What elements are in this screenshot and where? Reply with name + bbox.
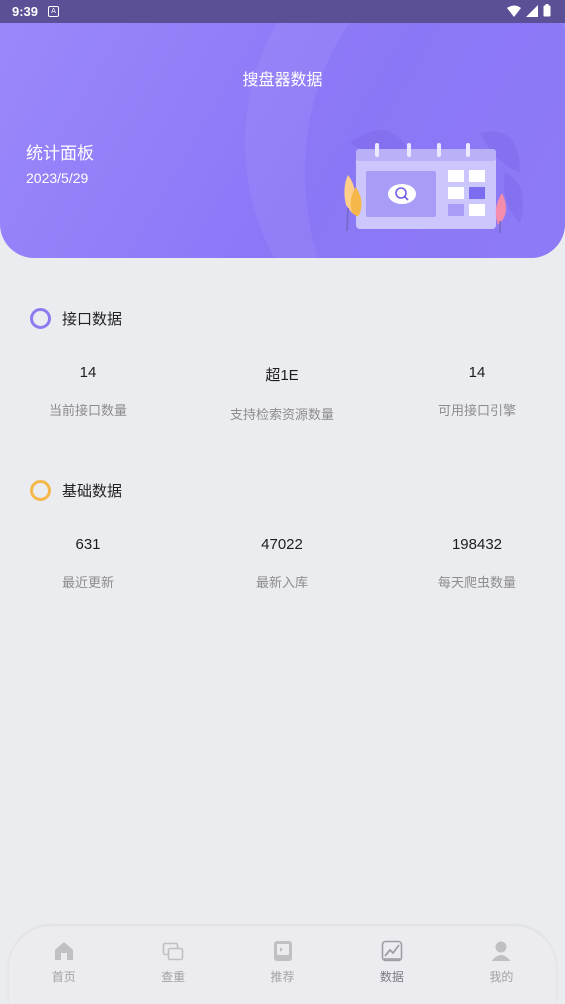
stat-value: 14 <box>79 364 97 381</box>
stat-label: 最近更新 <box>61 576 114 591</box>
stat-value: 198432 <box>451 536 503 553</box>
nav-item-home[interactable]: 首页 <box>9 926 118 1004</box>
stat-available-engines: 14 可用接口引擎 <box>383 364 565 419</box>
signal-icon <box>526 4 538 17</box>
nav-item-data[interactable]: 数据 <box>337 926 446 1004</box>
panel-date: 2023/5/29 <box>26 170 89 186</box>
stat-label: 最新入库 <box>255 576 308 591</box>
battery-icon <box>543 4 551 17</box>
stat-newest-stored: 47022 最新入库 <box>188 536 376 591</box>
bottom-nav: 首页 查重 推荐 数据 我的 <box>9 926 556 1004</box>
notification-icon: A <box>48 6 60 17</box>
stat-label: 可用接口引擎 <box>437 404 516 419</box>
ring-icon <box>30 480 51 501</box>
stat-recent-updates: 631 最近更新 <box>0 536 182 591</box>
status-bar: 9:39 A <box>0 0 565 23</box>
nav-item-profile[interactable]: 我的 <box>447 926 556 1004</box>
nav-label: 数据 <box>379 970 404 984</box>
nav-label: 查重 <box>161 970 186 984</box>
panel-title: 统计面板 <box>26 144 94 164</box>
interface-data-header: 接口数据 <box>30 308 122 329</box>
calendar-illustration <box>344 130 523 233</box>
wifi-icon <box>507 5 521 17</box>
nav-item-duplicate-check[interactable]: 查重 <box>118 926 227 1004</box>
stat-current-interfaces: 14 当前接口数量 <box>0 364 182 419</box>
stat-value: 631 <box>75 536 101 553</box>
recommend-icon <box>272 940 294 962</box>
status-icons <box>507 4 551 17</box>
section-title: 接口数据 <box>62 310 123 328</box>
stat-label: 当前接口数量 <box>48 404 127 419</box>
header-banner: 搜盘器数据 统计面板 2023/5/29 <box>0 23 565 258</box>
nav-label: 首页 <box>51 970 76 984</box>
nav-item-recommend[interactable]: 推荐 <box>228 926 337 1004</box>
stat-label: 支持检索资源数量 <box>229 408 334 423</box>
user-icon <box>490 940 512 962</box>
stat-value: 47022 <box>261 536 303 553</box>
stat-value: 14 <box>468 364 486 381</box>
home-icon <box>53 940 75 962</box>
status-time: 9:39 <box>12 4 39 19</box>
basic-data-header: 基础数据 <box>30 480 122 501</box>
chart-icon <box>381 940 403 962</box>
nav-label: 推荐 <box>270 970 295 984</box>
stat-searchable-resources: 超1E 支持检索资源数量 <box>188 364 376 423</box>
stat-value: 超1E <box>265 367 299 384</box>
stat-label: 每天爬虫数量 <box>437 576 516 591</box>
duplicate-icon <box>162 940 184 962</box>
page-title: 搜盘器数据 <box>242 70 323 89</box>
section-title: 基础数据 <box>62 482 123 500</box>
ring-icon <box>30 308 51 329</box>
nav-label: 我的 <box>489 970 514 984</box>
stat-daily-crawled: 198432 每天爬虫数量 <box>383 536 565 591</box>
